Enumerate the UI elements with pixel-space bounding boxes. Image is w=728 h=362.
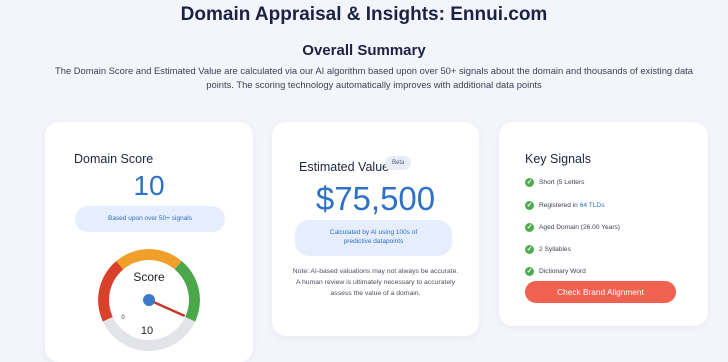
key-signals-card: Key Signals ✓ Short (5 Letters ✓ Registe… (499, 122, 708, 326)
gauge-hub (143, 294, 155, 306)
signal-text: 2 Syllables (539, 246, 571, 253)
score-gauge: Score 0 10 (98, 249, 200, 351)
domain-score-value: 10 (133, 170, 165, 201)
beta-badge: Beta (385, 156, 412, 170)
value-info-pill: Calculated by AI using 100s of predictiv… (295, 220, 452, 256)
domain-score-heading: Domain Score (74, 152, 154, 166)
signal-text: Dictionary Word (539, 268, 586, 275)
key-signals-heading: Key Signals (525, 152, 592, 166)
gauge-label: Score (133, 270, 165, 284)
signal-text-prefix: Registered in (539, 202, 580, 209)
check-brand-alignment-button[interactable]: Check Brand Alignment (525, 281, 676, 303)
value-info-text: Calculated by AI using 100s of predictiv… (329, 229, 418, 245)
check-circle-icon: ✓ (525, 223, 534, 232)
estimated-value-card: Estimated Value Beta $75,500 Calculated … (272, 122, 479, 336)
page-title: Domain Appraisal & Insights: Ennui.com (180, 4, 548, 25)
score-info-pill: Based upon over 50+ signals (75, 206, 225, 232)
gauge-value-label: 10 (141, 325, 153, 337)
check-circle-icon: ✓ (525, 267, 534, 276)
signal-text: Registered in 64 TLDs (539, 202, 605, 209)
signal-tld-count-link[interactable]: 64 TLDs (580, 202, 605, 209)
summary-text: The Domain Score and Estimated Value are… (55, 65, 693, 90)
check-circle-icon: ✓ (525, 245, 534, 254)
check-circle-icon: ✓ (525, 178, 534, 187)
signal-text: Short (5 Letters (539, 179, 585, 186)
signal-text: Aged Domain (26.00 Years) (539, 224, 621, 231)
valuation-note: Note: AI-based valuations may not always… (292, 268, 459, 297)
estimated-value-amount: $75,500 (315, 180, 436, 217)
score-info-text: Based upon over 50+ signals (107, 215, 193, 222)
domain-score-card: Domain Score 10 Based upon over 50+ sign… (45, 122, 253, 362)
section-title: Overall Summary (302, 42, 426, 59)
estimated-value-heading: Estimated Value (299, 160, 390, 174)
check-circle-icon: ✓ (525, 201, 534, 210)
